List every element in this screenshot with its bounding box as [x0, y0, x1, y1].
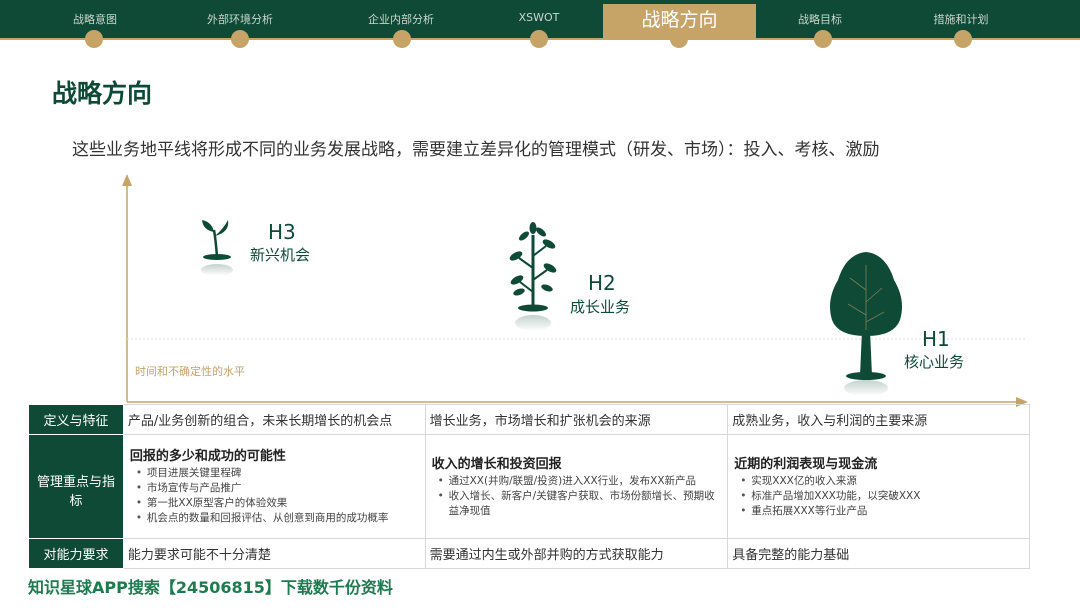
bullet-list: 实现XXX亿的收入来源 标准产品增加XXX功能，以突破XXX 重点拓展XXX等行…	[734, 474, 1023, 519]
table-cell: 具备完整的能力基础	[727, 538, 1030, 569]
nav-item-internal-analysis[interactable]: 企业内部分析	[368, 11, 434, 27]
axis-note: 时间和不确定性的水平	[135, 365, 245, 378]
h2-sublabel: 成长业务	[570, 298, 631, 316]
nav-item-measures-plans[interactable]: 措施和计划	[934, 11, 989, 27]
bullet-list: 通过XX(并购/联盟/投资)进入XX行业，发布XX新产品 收入增长、新客户/关键…	[432, 474, 722, 519]
bullet-list: 项目进展关键里程碑 市场宣传与产品推广 第一批XX原型客户的体验效果 机会点的数…	[130, 466, 419, 526]
footer-promo: 知识星球APP搜索【24506815】下载数千份资料	[28, 578, 393, 597]
sapling-icon	[509, 222, 557, 331]
nav-dot	[393, 30, 411, 48]
page-title: 战略方向	[52, 79, 153, 108]
table-cell: 能力要求可能不十分清楚	[122, 538, 426, 569]
bullet-item: 标准产品增加XXX功能，以突破XXX	[740, 489, 1023, 504]
h1-sublabel: 核心业务	[904, 353, 965, 371]
h1-label: H1	[922, 327, 950, 351]
table-cell: 产品/业务创新的组合，未来长期增长的机会点	[122, 404, 426, 435]
bullet-item: 重点拓展XXX等行业产品	[740, 504, 1023, 519]
table-cell: 需要通过内生或外部并购的方式获取能力	[424, 538, 729, 569]
horizons-diagram	[122, 174, 1028, 407]
row-head-management: 管理重点与指标	[28, 434, 124, 539]
y-axis	[122, 174, 132, 402]
table-cell: 增长业务，市场增长和扩张机会的来源	[424, 404, 729, 435]
sprout-icon	[201, 220, 233, 276]
table-cell: 近期的利润表现与现金流 实现XXX亿的收入来源 标准产品增加XXX功能，以突破X…	[727, 434, 1030, 539]
table-cell: 收入的增长和投资回报 通过XX(并购/联盟/投资)进入XX行业，发布XX新产品 …	[424, 434, 729, 539]
nav-dot	[814, 30, 832, 48]
nav-dot	[85, 30, 103, 48]
row-head-definition: 定义与特征	[28, 404, 124, 435]
nav-item-strategic-intent[interactable]: 战略意图	[73, 11, 117, 27]
table-row: 定义与特征 产品/业务创新的组合，未来长期增长的机会点 增长业务，市场增长和扩张…	[28, 404, 1030, 435]
bullet-item: 机会点的数量和回报评估、从创意到商用的成功概率	[136, 511, 419, 526]
tree-icon	[830, 252, 902, 396]
h3-label: H3	[268, 220, 296, 244]
nav-item-xswot[interactable]: XSWOT	[519, 11, 560, 24]
nav-dot	[231, 30, 249, 48]
cell-title: 近期的利润表现与现金流	[734, 457, 878, 472]
cell-title: 回报的多少和成功的可能性	[129, 449, 286, 464]
h2-label: H2	[588, 271, 616, 295]
nav-dot	[670, 30, 688, 48]
bullet-item: 市场宣传与产品推广	[136, 481, 419, 496]
table-row: 管理重点与指标 回报的多少和成功的可能性 项目进展关键里程碑 市场宣传与产品推广…	[28, 434, 1030, 539]
table-cell: 成熟业务，收入与利润的主要来源	[727, 404, 1030, 435]
page-subtitle: 这些业务地平线将形成不同的业务发展战略，需要建立差异化的管理模式（研发、市场）：…	[72, 140, 880, 160]
table-row: 对能力要求 能力要求可能不十分清楚 需要通过内生或外部并购的方式获取能力 具备完…	[28, 538, 1030, 569]
h3-sublabel: 新兴机会	[250, 246, 311, 264]
horizons-table: 定义与特征 产品/业务创新的组合，未来长期增长的机会点 增长业务，市场增长和扩张…	[28, 404, 1030, 569]
bullet-item: 通过XX(并购/联盟/投资)进入XX行业，发布XX新产品	[438, 474, 722, 489]
table-cell: 回报的多少和成功的可能性 项目进展关键里程碑 市场宣传与产品推广 第一批XX原型…	[122, 434, 426, 539]
nav-dot	[954, 30, 972, 48]
row-head-capability: 对能力要求	[28, 538, 124, 569]
bullet-item: 实现XXX亿的收入来源	[740, 474, 1023, 489]
nav-item-strategic-goals[interactable]: 战略目标	[798, 11, 842, 27]
bullet-item: 项目进展关键里程碑	[136, 466, 419, 481]
bullet-item: 收入增长、新客户/关键客户获取、市场份额增长、预期收益净现值	[438, 489, 722, 519]
nav-dot	[530, 30, 548, 48]
cell-title: 收入的增长和投资回报	[431, 457, 562, 472]
bullet-item: 第一批XX原型客户的体验效果	[136, 496, 419, 511]
nav-item-external-analysis[interactable]: 外部环境分析	[207, 11, 273, 27]
